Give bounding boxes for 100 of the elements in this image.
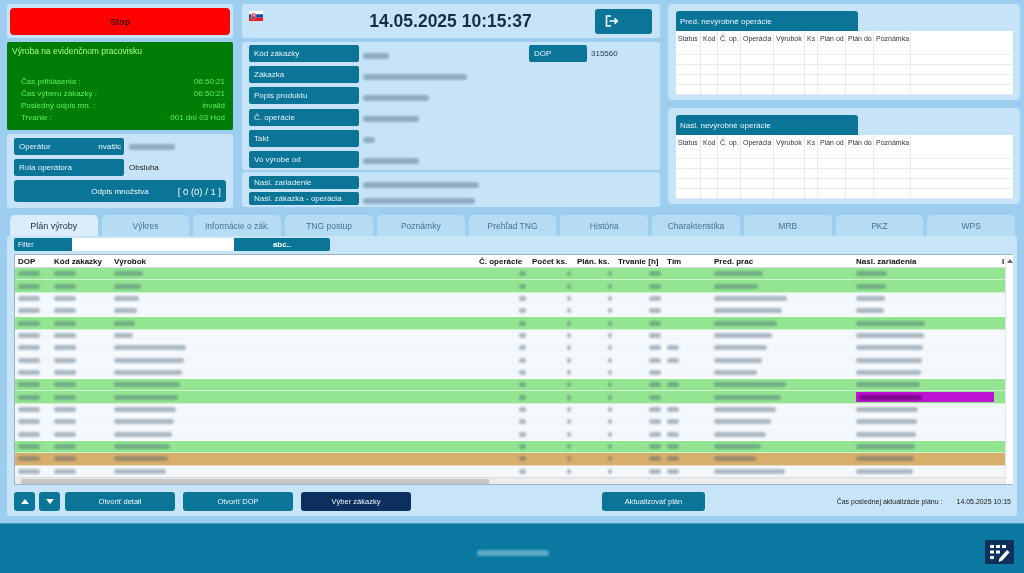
blurred-text [714,308,782,314]
blurred-text [54,406,76,412]
blurred-text [856,345,923,351]
blurred-text [54,419,76,425]
blurred-text [856,382,920,388]
blurred-text [114,394,178,400]
blurred-text [714,406,776,412]
blurred-text [114,345,186,351]
blurred-text [54,320,76,326]
table-row[interactable] [15,391,1005,404]
column-header: DOP [17,256,37,266]
blurred-text [18,271,40,277]
caret-down-icon [45,499,54,504]
blurred-text [649,431,661,437]
info-value: 06:50:21 [193,76,225,87]
info-value: 06:50:21 [193,88,225,99]
blurred-text [714,444,761,449]
column-header: Počet ks. [531,256,569,266]
blurred-text [567,444,571,449]
blurred-text [18,308,40,314]
info-label: Čas prihlásenia : [21,76,81,87]
blurred-text [18,406,40,412]
blurred-text [649,369,661,375]
blurred-text [18,444,40,449]
blurred-text [114,431,172,437]
write-off-button[interactable]: Odpis množstva [ 0 (0) / 1 ] [14,180,226,202]
blurred-text [649,345,661,351]
logout-button[interactable] [595,8,652,34]
blurred-text [856,283,886,289]
blurred-text [649,283,661,289]
blurred-text [114,283,141,289]
blurred-text [856,431,916,437]
scroll-up-icon[interactable] [1006,259,1013,263]
blurred-text [18,357,40,363]
blurred-text [714,394,781,400]
blurred-text [649,332,661,338]
flag-icon[interactable] [249,11,263,21]
blurred-text [608,444,612,449]
field-label: Popis produktu [249,87,359,105]
blurred-text [856,332,924,338]
column-header: Tím [666,256,683,266]
blurred-text [54,456,76,462]
blurred-text [714,332,772,338]
horizontal-scrollbar[interactable] [15,477,1005,484]
exit-icon [605,15,619,27]
blurred-text [714,369,757,375]
move-up-button[interactable] [14,492,35,511]
blurred-text [649,468,661,474]
blurred-text [714,320,777,326]
field-label: Nasl. zákazka - operácia [249,192,359,205]
blurred-text [114,406,176,412]
column-header: Trvanie [h] [617,256,660,266]
blurred-text [114,295,139,301]
blurred-text [649,357,661,363]
blurred-text [54,444,76,449]
blurred-text [649,382,661,388]
blurred-text [54,308,76,314]
filter-button[interactable]: abc.. [234,238,330,251]
blurred-text [714,382,786,388]
blurred-text [18,369,40,375]
blurred-text [856,369,921,375]
column-header: I [1001,256,1005,266]
blurred-text [649,271,661,277]
panel-header: Pred. nevýrobné operácie [676,11,858,31]
field-value: Obsluha [129,163,159,172]
stop-button[interactable]: Stop [10,8,230,35]
blurred-text [54,431,76,437]
panel-header: Nasl. nevýrobné operácie [676,115,858,135]
info-label: Trvanie : [21,112,52,123]
blurred-text [114,308,137,314]
field-label: Nasl. zariadenie [249,176,359,189]
info-value: 001 dní 03 Hod [170,112,225,123]
blurred-text [714,345,767,351]
blurred-text [114,456,168,462]
blurred-text [18,382,40,388]
move-down-button[interactable] [39,492,60,511]
blurred-text [856,295,885,301]
blurred-text [649,394,661,400]
blurred-text [54,271,76,277]
column-header: Č. operácie [478,256,524,266]
blurred-text [114,468,166,474]
blurred-text [649,295,661,301]
blurred-text [859,394,922,400]
field-label: Vo výrobe od [249,150,359,168]
tab[interactable]: Plán výroby [10,215,98,236]
filter-field[interactable] [72,238,234,251]
blurred-text [54,369,76,375]
field-label: Zákazka [249,66,359,84]
vertical-scrollbar[interactable] [1005,255,1013,484]
blurred-text [18,345,40,351]
scrollbar-thumb[interactable] [21,478,489,484]
blurred-text [18,295,40,301]
keypad-pencil-icon[interactable] [985,539,1014,564]
blurred-text [18,456,40,462]
blurred-text [649,444,661,449]
blurred-text [649,308,661,314]
field-label: Kód zákazky [249,45,359,62]
blurred-text [856,468,913,474]
blurred-text [714,419,771,425]
blurred-text [856,308,884,314]
